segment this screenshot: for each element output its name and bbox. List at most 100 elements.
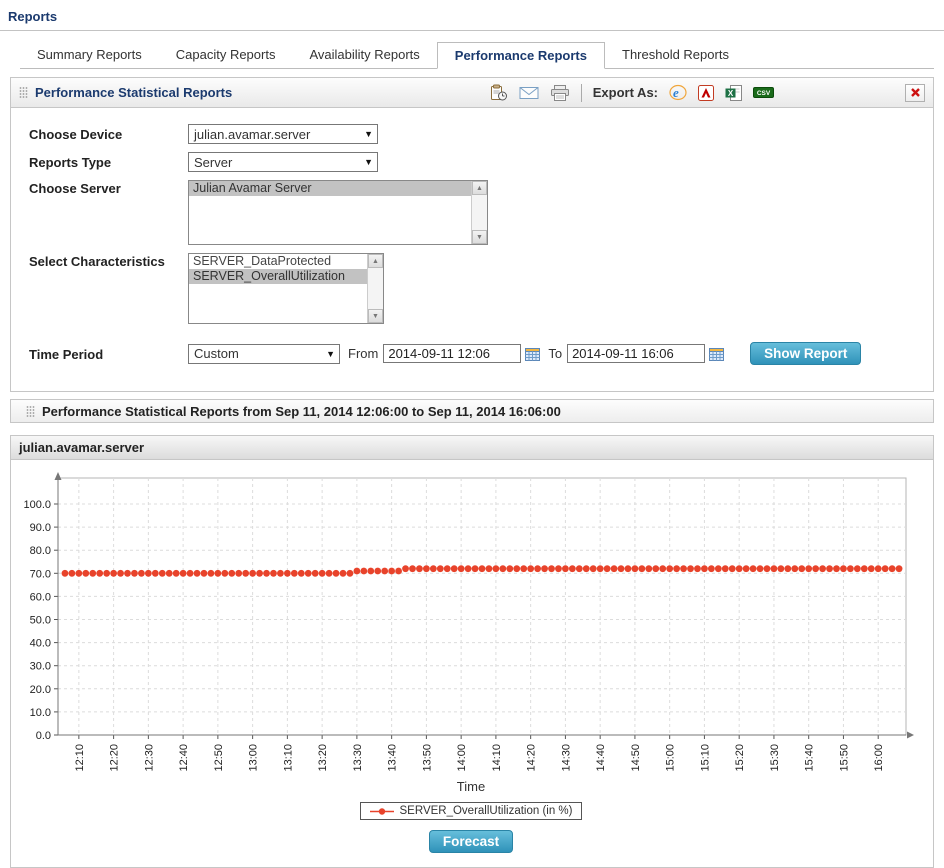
x-tick-label: 14:10 (491, 744, 503, 772)
x-tick-label: 16:00 (873, 744, 885, 772)
data-point (597, 565, 604, 572)
data-point (486, 565, 493, 572)
from-calendar-button[interactable] (525, 347, 540, 361)
export-pdf-button[interactable] (698, 85, 714, 101)
choose-server-listbox[interactable]: Julian Avamar Server ▲ ▼ (188, 180, 488, 245)
data-point (499, 565, 506, 572)
data-point (166, 570, 173, 577)
data-point (638, 565, 645, 572)
export-excel-icon: X (725, 85, 742, 101)
x-tick-label: 14:50 (630, 744, 642, 772)
data-point (444, 565, 451, 572)
x-tick-label: 14:30 (560, 744, 572, 772)
tab-bar: Summary ReportsCapacity ReportsAvailabil… (20, 42, 934, 69)
y-tick-label: 0.0 (36, 730, 51, 742)
data-point (465, 565, 472, 572)
show-report-button[interactable]: Show Report (750, 342, 861, 365)
data-point (451, 565, 458, 572)
time-period-select[interactable]: Custom ▼ (188, 344, 340, 364)
data-point (242, 570, 249, 577)
tab-performance-reports[interactable]: Performance Reports (437, 42, 605, 69)
close-panel-button[interactable] (905, 84, 925, 102)
y-tick-label: 10.0 (30, 707, 51, 719)
panel-toolbar: Export As: e (489, 84, 925, 102)
panel-title: Performance Statistical Reports (35, 85, 232, 100)
data-point (416, 565, 423, 572)
export-csv-button[interactable]: CSV (753, 85, 774, 100)
data-point (256, 570, 263, 577)
data-point (69, 570, 76, 577)
performance-form: Choose Device julian.avamar.server ▼ Rep… (11, 108, 933, 391)
email-button[interactable] (519, 86, 539, 100)
listbox-option[interactable]: SERVER_DataProtected (189, 254, 367, 269)
listbox-option[interactable]: Julian Avamar Server (189, 181, 471, 196)
data-point (604, 565, 611, 572)
data-point (62, 570, 69, 577)
data-point (847, 565, 854, 572)
data-point (757, 565, 764, 572)
data-point (583, 565, 590, 572)
data-point (96, 570, 103, 577)
tab-capacity-reports[interactable]: Capacity Reports (159, 42, 293, 69)
scroll-up-icon[interactable]: ▲ (472, 181, 487, 195)
choose-device-select[interactable]: julian.avamar.server ▼ (188, 124, 378, 144)
x-tick-label: 12:50 (213, 744, 225, 772)
to-calendar-button[interactable] (709, 347, 724, 361)
legend-marker-icon (370, 807, 394, 816)
export-excel-button[interactable]: X (725, 85, 742, 101)
data-point (659, 565, 666, 572)
data-point (124, 570, 131, 577)
performance-panel: Performance Statistical Reports (10, 77, 934, 392)
data-point (395, 568, 402, 575)
calendar-icon (709, 347, 724, 361)
forecast-button[interactable]: Forecast (429, 830, 513, 853)
data-point (548, 565, 555, 572)
choose-device-label: Choose Device (29, 126, 188, 142)
data-point (493, 565, 500, 572)
data-point (791, 565, 798, 572)
data-point (110, 570, 117, 577)
data-point (687, 565, 694, 572)
data-point (555, 565, 562, 572)
from-label: From (348, 346, 378, 361)
data-point (173, 570, 180, 577)
data-point (360, 568, 367, 575)
x-tick-label: 13:50 (421, 744, 433, 772)
data-point (722, 565, 729, 572)
scroll-up-icon[interactable]: ▲ (368, 254, 383, 268)
scrollbar[interactable]: ▲ ▼ (367, 254, 383, 323)
drag-handle-icon[interactable] (19, 86, 28, 99)
data-point (771, 565, 778, 572)
chevron-down-icon: ▼ (364, 157, 373, 167)
tab-summary-reports[interactable]: Summary Reports (20, 42, 159, 69)
data-point (277, 570, 284, 577)
data-point (214, 570, 221, 577)
x-tick-label: 12:20 (109, 744, 121, 772)
choose-server-options: Julian Avamar Server (189, 181, 471, 196)
data-point (305, 570, 312, 577)
y-tick-label: 50.0 (30, 615, 51, 627)
report-range-bar: Performance Statistical Reports from Sep… (10, 399, 934, 423)
select-characteristics-listbox[interactable]: SERVER_DataProtectedSERVER_OverallUtiliz… (188, 253, 384, 324)
email-icon (519, 86, 539, 100)
listbox-option[interactable]: SERVER_OverallUtilization (189, 269, 367, 284)
print-button[interactable] (550, 85, 570, 101)
data-point (340, 570, 347, 577)
drag-handle-icon[interactable] (26, 405, 35, 418)
print-icon (550, 85, 570, 101)
tab-availability-reports[interactable]: Availability Reports (292, 42, 436, 69)
data-point (861, 565, 868, 572)
scroll-down-icon[interactable]: ▼ (472, 230, 487, 244)
data-point (777, 565, 784, 572)
data-point (854, 565, 861, 572)
to-date-input[interactable] (567, 344, 705, 363)
scroll-down-icon[interactable]: ▼ (368, 309, 383, 323)
scrollbar[interactable]: ▲ ▼ (471, 181, 487, 244)
data-point (117, 570, 124, 577)
tab-threshold-reports[interactable]: Threshold Reports (605, 42, 746, 69)
reports-type-select[interactable]: Server ▼ (188, 152, 378, 172)
export-html-button[interactable]: e (669, 84, 687, 101)
data-point (235, 570, 242, 577)
from-date-input[interactable] (383, 344, 521, 363)
schedule-report-button[interactable] (489, 84, 508, 101)
